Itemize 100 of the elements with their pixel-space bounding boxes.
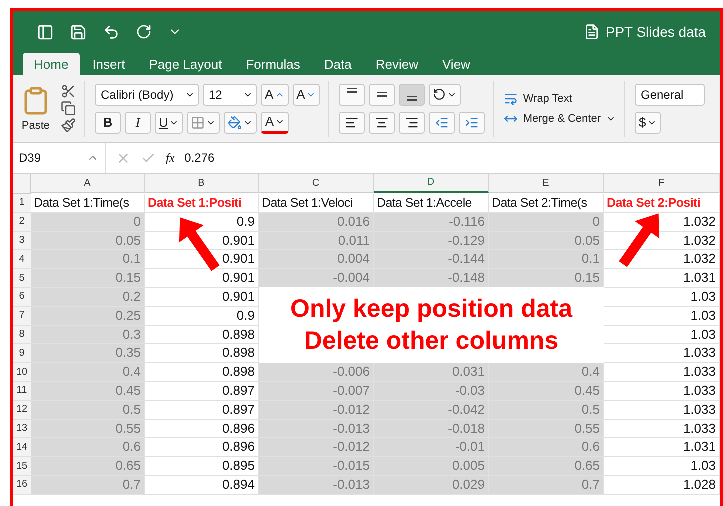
table-cell: 0.896 [145, 438, 259, 458]
row-header[interactable]: 4 [13, 250, 31, 270]
fill-color-button[interactable] [224, 112, 258, 134]
paste-button[interactable]: Paste [19, 86, 53, 132]
table-cell: -0.01 [374, 438, 489, 458]
formula-value[interactable]: 0.276 [184, 151, 215, 165]
currency-button[interactable]: $ [635, 112, 662, 134]
increase-indent-icon [465, 116, 480, 130]
align-icon [377, 92, 388, 97]
table-cell: 0.65 [489, 457, 604, 476]
save-icon[interactable] [70, 24, 87, 40]
table-cell: 0.6 [31, 438, 145, 458]
column-header[interactable]: C [259, 174, 374, 193]
row-header[interactable]: 2 [13, 212, 31, 232]
table-cell: 0.55 [31, 420, 145, 438]
align-right-icon [405, 116, 420, 130]
align-center-button[interactable] [369, 112, 396, 134]
table-cell: -0.015 [259, 457, 374, 476]
undo-icon[interactable] [103, 24, 120, 40]
column-header[interactable]: F [604, 174, 720, 193]
align-left-button[interactable] [339, 112, 366, 134]
table-cell: Data Set 1:Accele [374, 194, 489, 213]
ribbon-tab[interactable]: Insert [82, 53, 136, 75]
font-color-button[interactable]: A [261, 112, 290, 134]
table-cell: -0.006 [259, 363, 374, 382]
table-cell: 0.005 [374, 457, 489, 476]
align-right-button[interactable] [399, 112, 426, 134]
font-size-dropdown[interactable]: 12 [203, 84, 257, 106]
sidebar-icon[interactable] [37, 24, 54, 40]
column-header[interactable]: D [374, 174, 489, 193]
italic-button[interactable]: I [125, 112, 151, 134]
vertical-align-button[interactable] [369, 84, 396, 106]
row-header[interactable]: 11 [13, 382, 31, 401]
cut-icon[interactable] [61, 84, 76, 99]
orientation-button[interactable] [429, 84, 462, 106]
bold-button[interactable]: B [95, 112, 121, 134]
row-header[interactable]: 16 [13, 476, 31, 495]
redo-icon[interactable] [136, 24, 152, 40]
table-cell: 0.05 [31, 232, 145, 250]
ribbon-tab[interactable]: View [432, 53, 482, 75]
row-header[interactable]: 10 [13, 363, 31, 382]
row-header[interactable]: 6 [13, 288, 31, 307]
copy-icon[interactable] [61, 101, 76, 116]
arrow [179, 218, 220, 272]
callout-text: Delete other columns [304, 326, 559, 357]
format-painter-icon[interactable] [61, 118, 76, 133]
table-cell: 0.901 [145, 269, 259, 288]
number-format-dropdown[interactable]: General [635, 84, 705, 106]
shrink-font-button[interactable]: A [292, 84, 320, 106]
row-header[interactable]: 5 [13, 269, 31, 288]
row-header[interactable]: 9 [13, 344, 31, 364]
font-name-dropdown[interactable]: Calibri (Body) [95, 84, 199, 106]
table-cell: 0.15 [31, 269, 145, 288]
table-cell: 0.15 [489, 269, 604, 288]
table-cell: 1.03 [604, 288, 720, 307]
row-header[interactable]: 12 [13, 400, 31, 420]
table-cell: 1.033 [604, 382, 720, 401]
merge-center-button[interactable]: Merge & Center [504, 112, 616, 126]
table-cell: Data Set 1:Time(s [31, 194, 145, 213]
vertical-align-button[interactable] [399, 84, 426, 106]
row-header[interactable]: 1 [13, 194, 31, 213]
document-icon [584, 24, 600, 40]
column-header[interactable]: B [145, 174, 259, 193]
decrease-indent-button[interactable] [429, 112, 456, 134]
borders-button[interactable] [187, 112, 220, 134]
table-cell: 1.033 [604, 420, 720, 438]
ribbon-tab[interactable]: Data [313, 53, 363, 75]
table-cell: 0.5 [489, 400, 604, 420]
table-cell: 0.894 [145, 476, 259, 495]
ribbon-tab[interactable]: Home [23, 53, 80, 75]
wrap-text-button[interactable]: Wrap Text [504, 92, 616, 106]
table-cell: 1.033 [604, 344, 720, 364]
column-header[interactable]: A [31, 174, 145, 193]
table-cell: Data Set 1:Positi [145, 194, 259, 213]
table-cell: 0.05 [489, 232, 604, 250]
table-cell: 0.898 [145, 363, 259, 382]
underline-button[interactable]: U [155, 112, 184, 134]
ribbon-tab[interactable]: Formulas [235, 53, 312, 75]
table-cell: 0.898 [145, 344, 259, 364]
table-cell: 0.65 [31, 457, 145, 476]
row-header[interactable]: 7 [13, 306, 31, 326]
table-cell: 1.031 [604, 269, 720, 288]
grow-font-button[interactable]: A [261, 84, 289, 106]
row-header[interactable]: 14 [13, 438, 31, 458]
increase-indent-button[interactable] [459, 112, 486, 134]
row-header[interactable]: 8 [13, 326, 31, 344]
table-cell: 0.901 [145, 250, 259, 270]
row-header[interactable]: 3 [13, 232, 31, 250]
row-header[interactable]: 15 [13, 457, 31, 476]
function-label[interactable]: fx [166, 150, 175, 166]
table-cell: 0.4 [489, 363, 604, 382]
table-cell: 0 [31, 212, 145, 232]
vertical-align-button[interactable] [339, 84, 366, 106]
ribbon-tab[interactable]: Page Layout [138, 53, 234, 75]
column-header[interactable]: E [489, 174, 604, 193]
ribbon-tab[interactable]: Review [364, 53, 430, 75]
table-cell: 0.004 [259, 250, 374, 270]
name-box[interactable]: D39 [13, 143, 106, 173]
table-cell: 0.1 [31, 250, 145, 270]
row-header[interactable]: 13 [13, 420, 31, 438]
